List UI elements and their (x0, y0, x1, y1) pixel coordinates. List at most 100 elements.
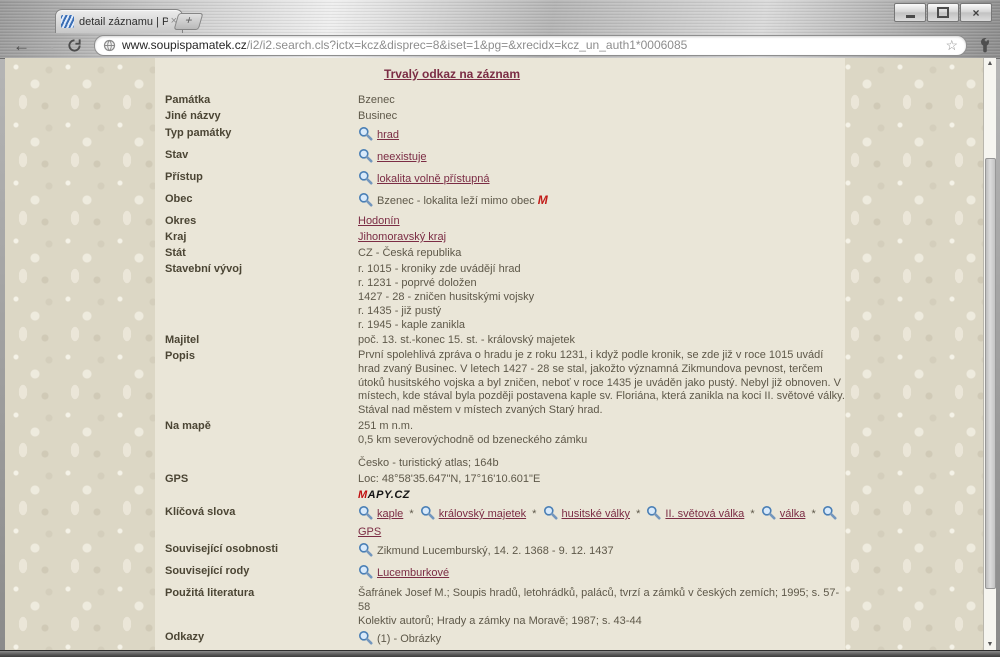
scrollbar[interactable]: ▲ ▼ (983, 58, 996, 650)
record-row: Související osobnosti Zikmund Lucemburský… (165, 542, 845, 562)
value-line: 1427 - 28 - zničen husitskými vojsky (358, 291, 535, 303)
field-value: Businec (358, 109, 845, 124)
field-value: 251 m n.m. 0,5 km severovýchodně od bzene… (358, 419, 845, 470)
magnifier-icon[interactable] (358, 148, 373, 168)
record-row: Okres Hodonín (165, 214, 845, 229)
page-viewport: Trvalý odkaz na záznam Památka Bzenec Jiné… (5, 58, 996, 650)
value-line: Kolektiv autorů; Hrady a zámky na Moravě… (358, 614, 642, 627)
forward-button: → (40, 35, 57, 55)
keyword-link[interactable]: kaple (377, 508, 403, 520)
magnifier-icon[interactable] (822, 505, 837, 525)
window-controls: × (894, 3, 992, 22)
field-label: Typ památky (165, 127, 232, 139)
value-line: Šafránek Josef M.; Soupis hradů, letohrá… (358, 586, 840, 613)
maximize-icon (937, 7, 949, 18)
minimize-button[interactable] (894, 3, 926, 22)
record-row: Související rody Lucemburkové (165, 564, 845, 584)
keyword-separator: * (633, 507, 644, 520)
magnifier-icon[interactable] (358, 126, 373, 146)
magnifier-icon[interactable] (646, 505, 661, 525)
value-link[interactable]: lokalita volně přístupná (377, 173, 490, 185)
browser-toolbar: ← → www.soupispamatek.cz/i2/i2.search.cl… (0, 32, 1000, 58)
keyword-separator: * (808, 507, 819, 520)
value-line: r. 1231 - poprvé doložen (358, 277, 477, 289)
field-label: Jiné názvy (165, 110, 221, 122)
scrollbar-thumb[interactable] (985, 158, 996, 589)
record-row: Na mapě 251 m n.m. 0,5 km severovýchodně o… (165, 419, 845, 470)
record-row: Stav neexistuje (165, 148, 845, 168)
value-link[interactable]: hrad (377, 129, 399, 141)
keyword-link[interactable]: husitské války (562, 508, 630, 520)
magnifier-icon[interactable] (543, 505, 558, 525)
field-value: lokalita volně přístupná (358, 170, 845, 190)
value-text: (1) - Obrázky (377, 632, 442, 645)
field-value: Bzenec (358, 93, 845, 108)
record-row: Klíčová slova kaple * královský majetek *… (165, 505, 845, 540)
value-text: Bzenec - lokalita leží mimo obec (377, 195, 535, 207)
bookmark-star-icon[interactable]: ☆ (945, 38, 958, 52)
magnifier-icon[interactable] (358, 630, 373, 650)
keyword-link[interactable]: královský majetek (439, 508, 526, 520)
field-value: hrad (358, 126, 845, 146)
reload-button[interactable] (67, 38, 82, 53)
maximize-button[interactable] (927, 3, 959, 22)
tab-title: detail záznamu | Památky... (79, 15, 168, 28)
keyword-link[interactable]: GPS (358, 526, 381, 538)
value-line: Česko - turistický atlas; 164b (358, 456, 499, 469)
field-label: Obec (165, 193, 193, 205)
new-tab-button[interactable]: + (173, 13, 204, 30)
keyword-link[interactable]: II. světová válka (665, 508, 744, 520)
url-path: /i2/i2.search.cls?ictx=kcz&disprec=8&ise… (246, 38, 688, 52)
value-line: r. 1945 - kaple zanikla (358, 319, 466, 331)
field-label: Související rody (165, 564, 250, 577)
magnifier-icon[interactable] (358, 170, 373, 190)
magnifier-icon[interactable] (358, 192, 373, 212)
wrench-menu-button[interactable] (978, 37, 992, 53)
value-line: 0,5 km severovýchodně od bzeneckého zámk… (358, 433, 588, 446)
field-value: Zikmund Lucemburský, 14. 2. 1368 - 9. 12… (358, 542, 845, 562)
record-row: Přístup lokalita volně přístupná (165, 170, 845, 190)
value-link[interactable]: Lucemburkové (377, 567, 449, 579)
mapy-cz-logo[interactable]: MAPY.CZ (358, 488, 410, 503)
site-favicon (61, 15, 74, 28)
value-link[interactable]: neexistuje (377, 151, 427, 163)
reload-icon (68, 38, 81, 52)
value-line: 251 m n.m. (358, 419, 414, 432)
url-text: www.soupispamatek.cz/i2/i2.search.cls?ic… (122, 38, 687, 52)
keyword-link[interactable]: válka (780, 508, 806, 520)
map-marker-icon[interactable]: M (538, 193, 548, 207)
value-text: Zikmund Lucemburský, 14. 2. 1368 - 9. 12… (377, 544, 614, 557)
record-row: GPS Loc: 48°58'35.647"N, 17°16'10.601"E MA… (165, 472, 845, 503)
scrollbar-up-icon[interactable]: ▲ (984, 58, 996, 69)
magnifier-icon[interactable] (358, 542, 373, 562)
value-line: Loc: 48°58'35.647"N, 17°16'10.601"E (358, 472, 541, 485)
permalink-link[interactable]: Trvalý odkaz na záznam (384, 67, 520, 81)
browser-tab[interactable]: detail záznamu | Památky... × (55, 9, 183, 33)
value-link[interactable]: Hodonín (358, 215, 400, 227)
record-row: Popis První spolehlivá zpráva o hradu je … (165, 349, 845, 418)
close-button[interactable]: × (960, 3, 992, 22)
magnifier-icon[interactable] (358, 564, 373, 584)
magnifier-icon[interactable] (358, 505, 373, 525)
field-value: Lucemburkové (358, 564, 845, 584)
magnifier-icon[interactable] (420, 505, 435, 525)
value-text: poč. 13. st.-konec 15. st. - královský m… (358, 334, 576, 346)
field-value: poč. 13. st.-konec 15. st. - královský m… (358, 333, 845, 348)
record-row: Odkazy (1) - Obrázky (165, 630, 845, 650)
magnifier-icon[interactable] (761, 505, 776, 525)
field-value: Šafránek Josef M.; Soupis hradů, letohrá… (358, 586, 845, 628)
field-label: Na mapě (165, 419, 211, 432)
field-value: CZ - Česká republika (358, 246, 845, 261)
scrollbar-down-icon[interactable]: ▼ (984, 639, 996, 650)
mapy-logo-m: M (358, 488, 368, 501)
field-value: r. 1015 - kroniky zde uvádějí hrad r. 123… (358, 262, 845, 332)
value-link[interactable]: Jihomoravský kraj (358, 231, 446, 243)
back-button[interactable]: ← (13, 37, 30, 54)
url-bar[interactable]: www.soupispamatek.cz/i2/i2.search.cls?ic… (94, 34, 967, 56)
field-label: Majitel (165, 334, 200, 346)
record-rows: Památka Bzenec Jiné názvy Businec Typ památk… (155, 93, 845, 650)
close-icon: × (972, 5, 980, 20)
record-row: Stavební vývoj r. 1015 - kroniky zde uvád… (165, 262, 845, 332)
field-label: Okres (165, 215, 197, 227)
field-value: První spolehlivá zpráva o hradu je z rok… (358, 349, 845, 418)
